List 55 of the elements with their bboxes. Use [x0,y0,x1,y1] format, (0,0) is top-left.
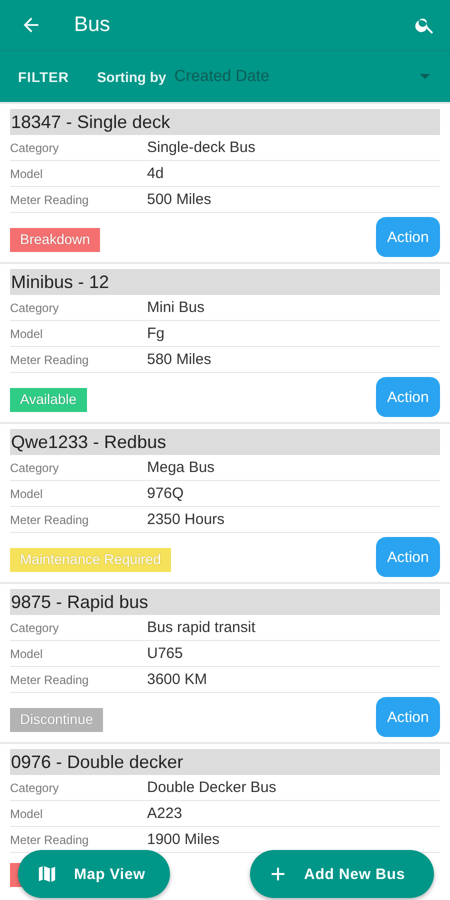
bus-card[interactable]: Minibus - 12 Category Mini Bus Model Fg Meter Reading 580 Miles Available Action [0,264,450,422]
map-icon [38,865,56,883]
field-label: Category [10,300,60,314]
action-button[interactable]: Action [376,697,440,737]
field-value: Mini Bus [147,299,205,316]
add-bus-button[interactable]: Add New Bus [250,850,434,898]
field-label: Meter Reading [10,672,90,686]
plus-icon [270,866,286,882]
field-value: Single-deck Bus [147,139,256,156]
field-value: Fg [147,325,165,342]
field-label: Category [10,620,60,634]
field-label: Category [10,460,60,474]
field-value: Mega Bus [147,459,215,476]
field-label: Category [10,140,60,154]
field-value: 580 Miles [147,351,212,368]
field-label: Model [10,166,44,180]
bus-title: 18347 - Single deck [10,109,440,135]
screen-title: Bus [74,13,112,37]
bus-title: 9875 - Rapid bus [10,589,440,615]
sort-label: Sorting by [96,68,166,84]
field-label: Model [10,806,44,820]
status-badge: Available [10,388,87,412]
field-value: A223 [147,805,182,822]
filter-button[interactable]: FILTER [18,68,69,84]
field-value: 976Q [147,485,184,502]
field-value: 1900 Miles [147,831,220,848]
bus-card[interactable]: Qwe1233 - Redbus Category Mega Bus Model 976Q Meter Reading 2350 Hours Maintenance Required Action [0,424,450,582]
action-button[interactable]: Action [376,377,440,417]
action-button[interactable]: Action [376,537,440,577]
bus-title: Minibus - 12 [10,269,440,295]
field-label: Model [10,326,44,340]
bus-card[interactable]: 18347 - Single deck Category Single-deck Bus Model 4d Meter Reading 500 Miles Breakdown Action [0,104,450,262]
field-label: Model [10,486,44,500]
field-label: Meter Reading [10,512,90,526]
field-label: Category [10,780,60,794]
bus-title: Qwe1233 - Redbus [10,429,440,455]
field-value: Double Decker Bus [147,779,276,796]
field-label: Meter Reading [10,352,90,366]
status-badge: Breakdown [10,228,100,252]
field-value: 4d [147,165,164,182]
field-label: Meter Reading [10,832,90,846]
field-value: 500 Miles [147,191,212,208]
field-label: Model [10,646,44,660]
field-value: 2350 Hours [147,511,225,528]
field-value: 3600 KM [147,671,208,688]
bus-card[interactable]: 9875 - Rapid bus Category Bus rapid transit Model U765 Meter Reading 3600 KM Discontinue Action [0,584,450,742]
field-label: Meter Reading [10,192,90,206]
map-view-button[interactable]: Map View [18,850,170,898]
action-button[interactable]: Action [376,217,440,257]
dropdown-caret-icon [420,74,430,80]
field-value: Bus rapid transit [147,619,256,636]
bus-title: 0976 - Double decker [10,749,440,775]
status-badge: Discontinue [10,708,104,732]
field-value: U765 [147,645,183,662]
status-badge: Maintenance Required [10,548,171,572]
